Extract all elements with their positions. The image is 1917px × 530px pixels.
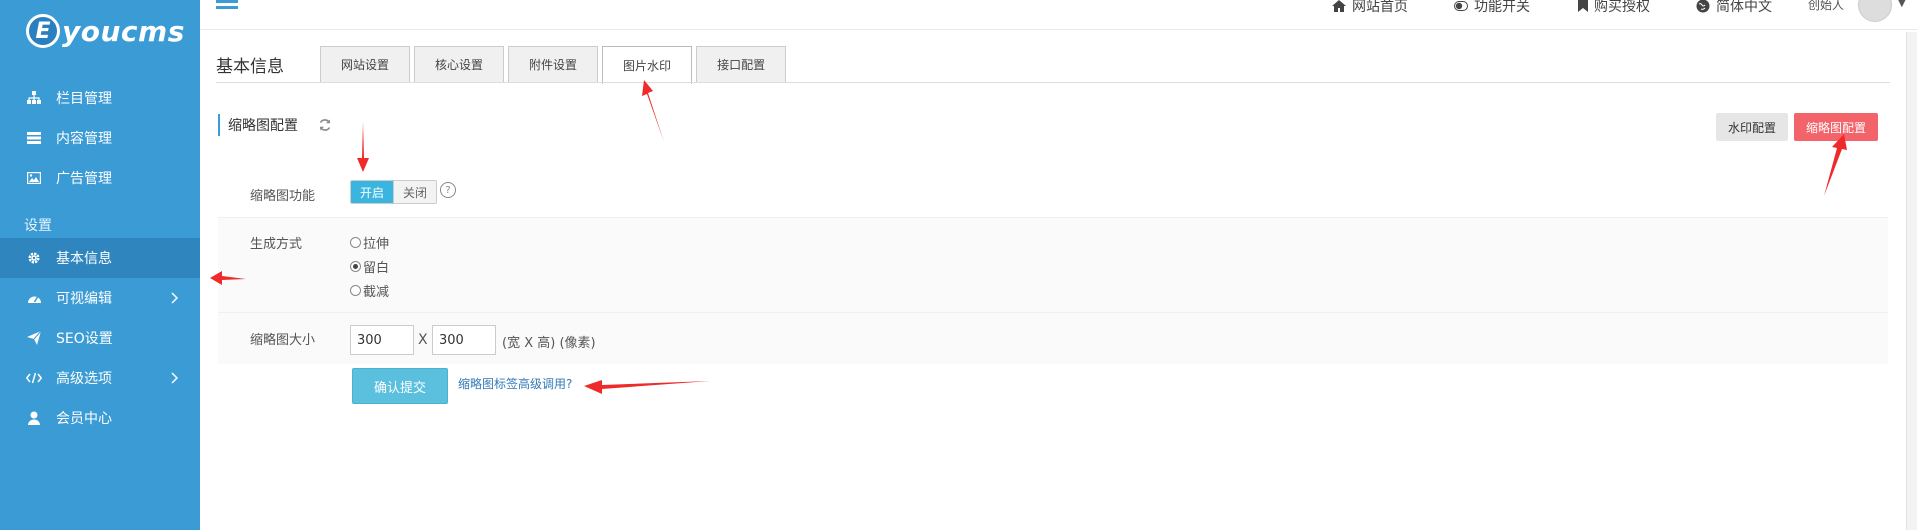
sidebar-item-label: 高级选项	[56, 371, 112, 387]
toggle-off-option[interactable]: 关闭	[393, 181, 437, 203]
radio-label: 拉伸	[363, 237, 390, 252]
height-input[interactable]: 300	[432, 325, 496, 355]
logo[interactable]: E youcms	[26, 8, 185, 54]
top-link-language[interactable]: 简体中文	[1696, 0, 1772, 16]
size-separator: X	[418, 332, 428, 348]
section-title: 缩略图配置	[218, 114, 298, 136]
help-icon[interactable]: ?	[440, 182, 456, 198]
top-bar	[200, 0, 1917, 30]
user-role: 创始人	[1808, 0, 1845, 12]
sidebar-item-seo[interactable]: SEO设置	[0, 318, 200, 358]
watermark-config-button[interactable]: 水印配置	[1716, 113, 1789, 141]
radio-button[interactable]	[350, 237, 361, 248]
toggle-icon	[1454, 1, 1468, 11]
sidebar-section-settings: 设置	[24, 218, 52, 234]
radio-stretch[interactable]: 拉伸	[350, 233, 389, 252]
thumbnail-form: 缩略图功能 开启 关闭 ? 生成方式 拉伸 留白 截减 缩略图大小 300 X …	[218, 170, 1888, 364]
menu-toggle-icon[interactable]	[216, 0, 238, 14]
top-link-license[interactable]: 购买授权	[1578, 0, 1650, 16]
sidebar-item-label: 广告管理	[56, 171, 112, 187]
sidebar-item-ads[interactable]: 广告管理	[0, 158, 200, 198]
sidebar: E youcms 栏目管理 内容管理 广告管理 设置 基本信息 可视编辑 SEO…	[0, 0, 200, 530]
sidebar-item-content[interactable]: 内容管理	[0, 118, 200, 158]
sidebar-item-member[interactable]: 会员中心	[0, 398, 200, 438]
toggle-on-option[interactable]: 开启	[351, 181, 394, 203]
sidebar-item-label: 栏目管理	[56, 91, 112, 107]
sidebar-item-visual-edit[interactable]: 可视编辑	[0, 278, 200, 318]
scrollbar[interactable]	[1906, 32, 1917, 530]
tab-api-config[interactable]: 接口配置	[696, 46, 787, 82]
thumb-size-label: 缩略图大小	[250, 333, 316, 348]
logo-text: youcms	[62, 14, 185, 48]
top-link-label: 购买授权	[1594, 0, 1650, 15]
chevron-right-icon	[171, 292, 179, 304]
width-input[interactable]: 300	[350, 325, 414, 355]
annotation-arrow	[210, 271, 246, 285]
row-thumb-feature: 缩略图功能 开启 关闭 ?	[218, 170, 1888, 217]
list-icon	[26, 130, 42, 146]
tab-attachment-settings[interactable]: 附件设置	[508, 46, 599, 82]
radio-button[interactable]	[350, 261, 361, 272]
top-link-features[interactable]: 功能开关	[1454, 0, 1530, 16]
top-link-label: 简体中文	[1716, 0, 1772, 15]
sidebar-item-label: 基本信息	[56, 251, 112, 267]
send-icon	[26, 330, 42, 346]
user-icon	[26, 410, 42, 426]
radio-label: 截减	[363, 285, 390, 300]
gear-icon	[26, 250, 42, 266]
radio-button[interactable]	[350, 285, 361, 296]
top-link-label: 功能开关	[1474, 0, 1530, 15]
advanced-usage-link[interactable]: 缩略图标签高级调用?	[458, 375, 572, 392]
sidebar-item-basic-info[interactable]: 基本信息	[0, 238, 200, 278]
top-link-home[interactable]: 网站首页	[1332, 0, 1408, 16]
sidebar-item-label: 可视编辑	[56, 291, 112, 307]
radio-padding[interactable]: 留白	[350, 257, 389, 276]
thumb-feature-label: 缩略图功能	[250, 189, 316, 204]
thumb-feature-toggle[interactable]: 开启 关闭	[350, 180, 438, 204]
tab-site-settings[interactable]: 网站设置	[320, 46, 411, 82]
image-icon	[26, 170, 42, 186]
row-generate-mode: 生成方式 拉伸 留白 截减	[218, 217, 1888, 312]
annotation-arrow	[357, 122, 369, 172]
annotation-arrow	[642, 80, 664, 142]
size-unit: (宽 X 高) (像素)	[502, 336, 596, 351]
caret-down-icon[interactable]: ▼	[1898, 0, 1906, 9]
tab-core-settings[interactable]: 核心设置	[414, 46, 505, 82]
chevron-right-icon	[171, 372, 179, 384]
tab-image-watermark[interactable]: 图片水印	[602, 46, 693, 84]
settings-tabs: 网站设置 核心设置 附件设置 图片水印 接口配置	[320, 46, 790, 84]
logo-mark: E	[26, 14, 60, 48]
sidebar-item-label: 内容管理	[56, 131, 112, 147]
sidebar-nav: 栏目管理 内容管理 广告管理 设置 基本信息 可视编辑 SEO设置 高级选项 会…	[0, 78, 200, 438]
radio-crop[interactable]: 截减	[350, 281, 389, 300]
dashboard-icon	[26, 290, 42, 306]
generate-mode-label: 生成方式	[250, 237, 303, 252]
annotation-arrow	[584, 380, 710, 394]
page-title: 基本信息	[216, 57, 284, 77]
sidebar-item-advanced[interactable]: 高级选项	[0, 358, 200, 398]
sidebar-item-label: 会员中心	[56, 411, 112, 427]
sidebar-item-label: SEO设置	[56, 331, 113, 347]
annotation-arrow	[1824, 134, 1847, 196]
sitemap-icon	[26, 90, 42, 106]
refresh-icon[interactable]	[318, 118, 332, 132]
submit-button[interactable]: 确认提交	[352, 368, 448, 404]
bookmark-icon	[1578, 0, 1588, 12]
radio-label: 留白	[363, 261, 390, 276]
globe-icon	[1696, 0, 1710, 13]
top-link-label: 网站首页	[1352, 0, 1408, 15]
sidebar-item-columns[interactable]: 栏目管理	[0, 78, 200, 118]
tabs-divider	[216, 82, 1890, 83]
code-icon	[26, 370, 42, 386]
home-icon	[1332, 0, 1346, 12]
row-thumb-size: 缩略图大小 300 X 300 (宽 X 高) (像素)	[218, 312, 1888, 364]
